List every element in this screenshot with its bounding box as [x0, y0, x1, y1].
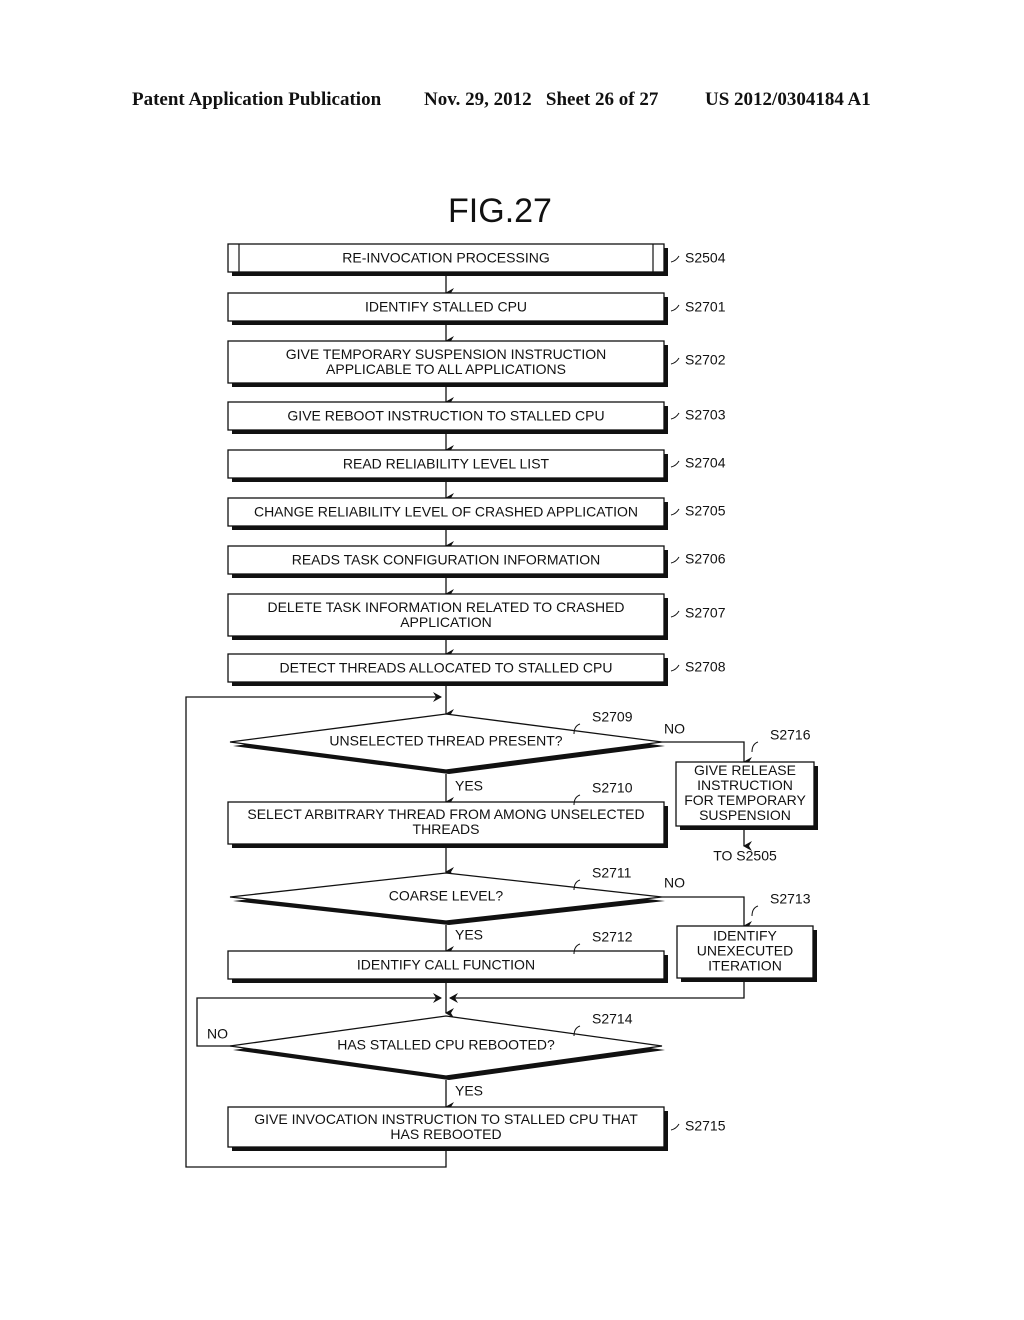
step-text-s2706: READS TASK CONFIGURATION INFORMATION: [292, 552, 601, 568]
leader-line: [670, 556, 680, 564]
step-id-s2710: S2710: [592, 780, 633, 796]
step-id-s2705: S2705: [685, 503, 726, 519]
flow-arrow-s2713-merge: [449, 982, 745, 1003]
step-text-s2716: SUSPENSION: [699, 807, 791, 823]
step-id-s2715: S2715: [685, 1118, 726, 1134]
leader-line: [670, 304, 680, 312]
step-id-s2707: S2707: [685, 605, 726, 621]
step-id-s2709: S2709: [592, 709, 633, 725]
step-text-s2707: DELETE TASK INFORMATION RELATED TO CRASH…: [267, 599, 624, 615]
no-branch-s2709: [662, 741, 752, 767]
step-text-s2713: UNEXECUTED: [697, 943, 793, 959]
step-id-s2714: S2714: [592, 1011, 633, 1027]
no-branch-s2711: [662, 896, 752, 931]
step-id-s2708: S2708: [685, 659, 726, 675]
step-text-s2716: FOR TEMPORARY: [684, 792, 806, 808]
step-text-s2702: GIVE TEMPORARY SUSPENSION INSTRUCTION: [286, 346, 607, 362]
step-text-s2715: GIVE INVOCATION INSTRUCTION TO STALLED C…: [254, 1111, 638, 1127]
step-id-s2703: S2703: [685, 407, 726, 423]
yes-label-s2714: YES: [455, 1083, 483, 1099]
step-text-s2701: IDENTIFY STALLED CPU: [365, 299, 527, 315]
step-text-s2504: RE-INVOCATION PROCESSING: [342, 250, 549, 266]
step-id-s2701: S2701: [685, 299, 726, 315]
leader-line: [670, 460, 680, 468]
leader-line: [670, 610, 680, 618]
step-text-s2711: COARSE LEVEL?: [389, 888, 504, 904]
step-text-s2707: APPLICATION: [400, 614, 492, 630]
leader-line: [670, 508, 680, 516]
leader-line: [751, 741, 759, 753]
leader-line: [670, 1123, 680, 1131]
step-text-s2715: HAS REBOOTED: [390, 1126, 501, 1142]
step-text-s2712: IDENTIFY CALL FUNCTION: [357, 957, 535, 973]
leader-line: [751, 905, 759, 917]
step-text-s2714: HAS STALLED CPU REBOOTED?: [337, 1037, 555, 1053]
yes-label-s2709: YES: [455, 778, 483, 794]
step-id-s2704: S2704: [685, 455, 726, 471]
step-id-s2712: S2712: [592, 929, 633, 945]
step-text-s2716: INSTRUCTION: [697, 777, 793, 793]
step-text-s2704: READ RELIABILITY LEVEL LIST: [343, 456, 550, 472]
leader-line: [670, 255, 680, 263]
step-text-s2713: ITERATION: [708, 958, 782, 974]
no-label-s2711: NO: [664, 875, 685, 891]
step-text-s2710: THREADS: [413, 821, 480, 837]
step-text-s2703: GIVE REBOOT INSTRUCTION TO STALLED CPU: [287, 408, 604, 424]
step-text-s2702: APPLICABLE TO ALL APPLICATIONS: [326, 361, 566, 377]
step-text-s2710: SELECT ARBITRARY THREAD FROM AMONG UNSEL…: [247, 806, 644, 822]
step-id-s2713: S2713: [770, 891, 811, 907]
step-id-s2711: S2711: [592, 865, 632, 881]
step-text-s2709: UNSELECTED THREAD PRESENT?: [329, 733, 562, 749]
step-id-s2706: S2706: [685, 551, 726, 567]
step-id-s2716: S2716: [770, 727, 811, 743]
flowchart: RE-INVOCATION PROCESSING S2504 IDENTIFY ST…: [185, 243, 818, 1168]
step-text-s2708: DETECT THREADS ALLOCATED TO STALLED CPU: [280, 660, 613, 676]
connector-to-s2505: TO S2505: [713, 848, 777, 864]
no-label-s2714: NO: [207, 1026, 228, 1042]
step-id-s2702: S2702: [685, 352, 726, 368]
yes-label-s2711: YES: [455, 927, 483, 943]
step-text-s2713: IDENTIFY: [713, 928, 777, 944]
leader-line: [670, 412, 680, 420]
leader-line: [670, 664, 680, 672]
leader-line: [670, 357, 680, 365]
no-label-s2709: NO: [664, 721, 685, 737]
step-text-s2716: GIVE RELEASE: [694, 762, 796, 778]
step-id-s2504: S2504: [685, 250, 726, 266]
step-text-s2705: CHANGE RELIABILITY LEVEL OF CRASHED APPL…: [254, 504, 638, 520]
